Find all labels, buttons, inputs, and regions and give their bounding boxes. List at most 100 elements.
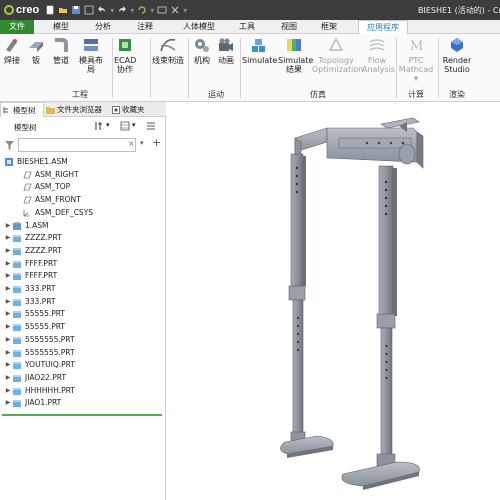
cabling-button[interactable]: 线束制造 bbox=[152, 36, 184, 65]
part-item[interactable]: ▶ 333.PRT bbox=[4, 283, 55, 295]
redo-dropdown-icon[interactable]: ▾ bbox=[130, 6, 134, 15]
tab-file[interactable]: 文件 bbox=[0, 20, 34, 34]
topology-icon bbox=[328, 37, 344, 51]
tab-model[interactable]: 模型 bbox=[44, 20, 78, 34]
clear-search-icon[interactable]: × bbox=[128, 139, 135, 148]
part-icon bbox=[13, 324, 21, 332]
mold-layout-button[interactable]: 模具布局 bbox=[76, 36, 106, 74]
part-item[interactable]: ▶ 5555555.PRT bbox=[4, 334, 75, 346]
datum-plane-item[interactable]: ASM_TOP bbox=[14, 181, 70, 193]
expand-arrow-icon[interactable]: ▶ bbox=[4, 296, 12, 308]
part-icon bbox=[13, 286, 21, 293]
tree-columns-icon[interactable] bbox=[146, 121, 156, 131]
model-tree-title: 模型树 bbox=[14, 123, 37, 132]
exoskeleton-model[interactable] bbox=[167, 102, 500, 500]
tab-folder-browser[interactable]: 文件夹浏览器 bbox=[46, 102, 110, 117]
model-tree-panel: 模型树 文件夹浏览器 收藏夹 模型树 ▾ ▾ × ▾ + BIESHE1.ASM… bbox=[0, 102, 166, 500]
part-item[interactable]: ▶ FFFF.PRT bbox=[4, 270, 57, 282]
expand-arrow-icon[interactable]: ▶ bbox=[4, 321, 12, 333]
topology-optimization-button[interactable]: Topology Optimization bbox=[312, 36, 363, 74]
datum-plane-item[interactable]: ASM_RIGHT bbox=[14, 169, 79, 181]
regenerate-model-icon[interactable] bbox=[137, 5, 147, 15]
part-item[interactable]: ▶ FFFF.PRT bbox=[4, 258, 57, 270]
part-item[interactable]: ▶ 55555.PRT bbox=[4, 321, 65, 333]
undo-dropdown-icon[interactable]: ▾ bbox=[110, 6, 114, 15]
expand-arrow-icon[interactable]: ▶ bbox=[4, 359, 12, 371]
open-folder-icon[interactable] bbox=[58, 5, 68, 15]
mechanism-button[interactable]: 机构 bbox=[192, 36, 212, 65]
part-item[interactable]: ▶ YOUTUIQ.PRT bbox=[4, 359, 75, 371]
part-item[interactable]: ▶ JIAO1.PRT bbox=[4, 397, 61, 409]
close-window-icon[interactable] bbox=[170, 5, 180, 15]
simulate-button[interactable]: Simulate bbox=[242, 36, 277, 65]
expand-arrow-icon[interactable]: ▶ bbox=[4, 220, 12, 232]
tab-manikin[interactable]: 人体模型 bbox=[174, 20, 224, 34]
datum-plane-item[interactable]: ASM_FRONT bbox=[14, 194, 81, 206]
creo-window: creo ▾ ▾ ▾ ▾ BIESHE1 (活动的) - Cr 文件 模型 分析… bbox=[0, 0, 500, 500]
show-columns-icon[interactable] bbox=[120, 121, 130, 131]
expand-arrow-icon[interactable]: ▶ bbox=[4, 334, 12, 346]
part-item[interactable]: ▶ 5555555.PRT bbox=[4, 347, 75, 359]
sheetmetal-button[interactable]: 钣 bbox=[26, 36, 46, 65]
show-dropdown-icon[interactable]: ▾ bbox=[132, 121, 136, 129]
part-item[interactable]: ▶ ZZZZ.PRT bbox=[4, 232, 62, 244]
piping-button[interactable]: 管道 bbox=[50, 36, 72, 65]
part-item[interactable]: ▶ ZZZZ.PRT bbox=[4, 245, 62, 257]
tree-item-label: FFFF.PRT bbox=[25, 271, 58, 281]
part-item[interactable]: ▶ 55555.PRT bbox=[4, 308, 65, 320]
ecad-button[interactable]: ECAD 协作 bbox=[114, 36, 136, 74]
tab-view[interactable]: 视图 bbox=[272, 20, 306, 34]
expand-arrow-icon[interactable]: ▶ bbox=[4, 308, 12, 320]
filter-funnel-icon[interactable] bbox=[5, 141, 14, 150]
new-file-icon[interactable] bbox=[45, 5, 55, 15]
simulate-results-icon bbox=[287, 39, 301, 51]
expand-arrow-icon[interactable]: ▶ bbox=[4, 258, 12, 270]
tab-model-tree[interactable]: 模型树 bbox=[0, 102, 44, 117]
expand-arrow-icon[interactable]: ▶ bbox=[4, 347, 12, 359]
weld-button[interactable]: 焊接 bbox=[2, 36, 22, 65]
expand-arrow-icon[interactable]: ▶ bbox=[4, 245, 12, 257]
expand-arrow-icon[interactable]: ▶ bbox=[4, 283, 12, 295]
part-item[interactable]: ▶ HHHHHH.PRT bbox=[4, 385, 75, 397]
redo-icon[interactable] bbox=[117, 5, 127, 15]
qa-customize-icon[interactable]: ▾ bbox=[183, 6, 187, 15]
tab-favorites[interactable]: 收藏夹 bbox=[112, 102, 162, 117]
settings-dropdown-icon[interactable]: ▾ bbox=[106, 121, 110, 129]
part-item[interactable]: ▶ JIAO22.PRT bbox=[4, 372, 66, 384]
save-icon[interactable] bbox=[71, 5, 81, 15]
render-studio-button[interactable]: Render Studio bbox=[440, 36, 474, 74]
simulate-results-label-2: 结果 bbox=[286, 65, 302, 74]
undo-icon[interactable] bbox=[97, 5, 107, 15]
tab-framework[interactable]: 框架 bbox=[312, 20, 346, 34]
expand-arrow-icon[interactable]: ▶ bbox=[4, 385, 12, 397]
subassembly-item[interactable]: ▶ 1.ASM bbox=[4, 220, 49, 232]
mathcad-label-1: PTC bbox=[408, 56, 424, 65]
graphics-viewport[interactable] bbox=[167, 102, 500, 500]
ptc-mathcad-button[interactable]: M PTC Mathcad ▾ bbox=[398, 36, 434, 83]
search-input[interactable] bbox=[18, 138, 136, 152]
add-filter-icon[interactable]: + bbox=[152, 136, 161, 149]
expand-arrow-icon[interactable]: ▶ bbox=[4, 232, 12, 244]
tree-root-assembly[interactable]: BIESHE1.ASM bbox=[4, 156, 68, 168]
filter-dropdown-icon[interactable]: ▾ bbox=[140, 139, 144, 147]
expand-arrow-icon[interactable]: ▶ bbox=[4, 270, 12, 282]
datum-csys-item[interactable]: ASM_DEF_CSYS bbox=[14, 207, 93, 219]
expand-arrow-icon[interactable]: ▶ bbox=[4, 397, 12, 409]
animation-button[interactable]: 动画 bbox=[216, 36, 236, 65]
tab-analysis[interactable]: 分析 bbox=[86, 20, 120, 34]
expand-arrow-icon[interactable]: ▶ bbox=[4, 372, 12, 384]
regen-dropdown-icon[interactable]: ▾ bbox=[150, 6, 154, 15]
windows-icon[interactable] bbox=[157, 5, 167, 15]
settings-tools-icon[interactable] bbox=[94, 121, 104, 131]
regenerate-icon[interactable] bbox=[84, 5, 94, 15]
part-item[interactable]: ▶ 333.PRT bbox=[4, 296, 55, 308]
tree-item-label: ASM_DEF_CSYS bbox=[35, 207, 94, 217]
tab-applications[interactable]: 应用程序 bbox=[358, 20, 408, 35]
tree-item-label: 333.PRT bbox=[25, 284, 56, 293]
tab-annotate[interactable]: 注释 bbox=[128, 20, 162, 34]
tree-item-label: ASM_FRONT bbox=[35, 195, 81, 205]
tab-tools[interactable]: 工具 bbox=[230, 20, 264, 34]
flow-analysis-button[interactable]: Flow Analysis bbox=[362, 36, 395, 74]
tree-item-label: ASM_TOP bbox=[35, 182, 71, 192]
simulate-results-button[interactable]: Simulate 结果 bbox=[278, 36, 313, 74]
